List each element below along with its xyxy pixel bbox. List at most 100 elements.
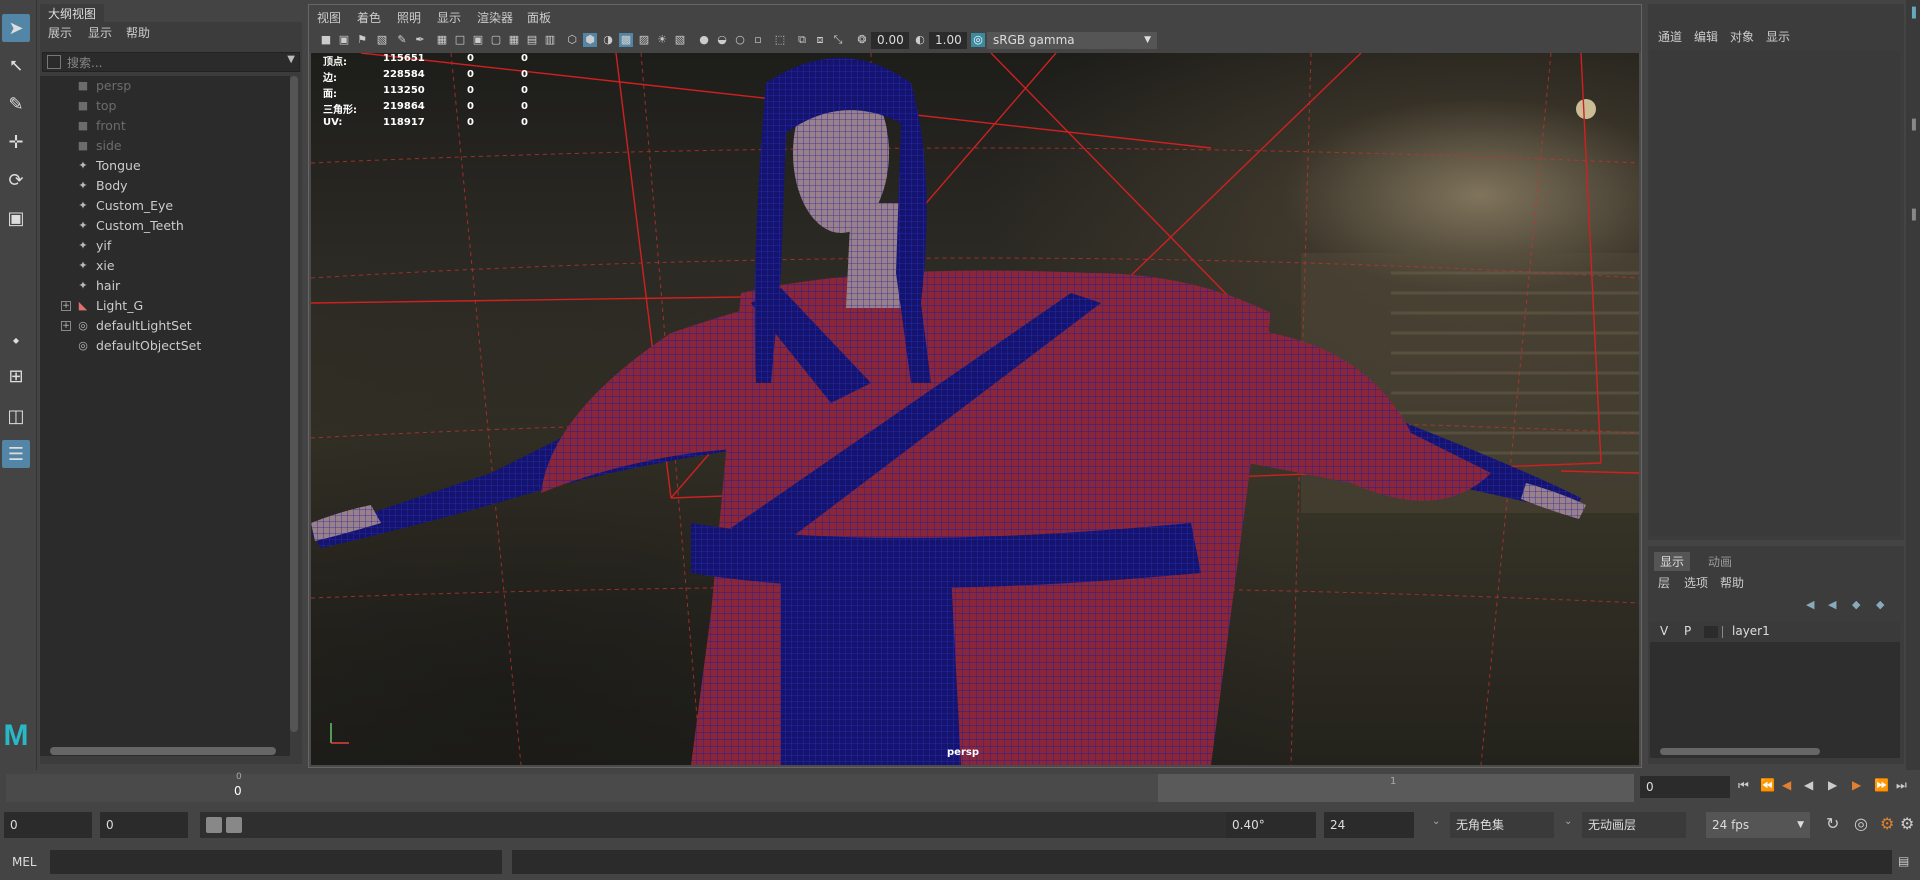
depth-of-field-icon[interactable]: ▫: [751, 33, 765, 47]
outliner-horizontal-scrollbar[interactable]: [50, 747, 276, 755]
shadows-icon[interactable]: ▧: [673, 33, 687, 47]
outliner-item-persp[interactable]: ■ persp: [40, 76, 280, 96]
grid-icon[interactable]: ▦: [435, 33, 449, 47]
outliner-item-yif[interactable]: ✦ yif: [40, 236, 280, 256]
anim-layer-select[interactable]: 无动画层: [1582, 812, 1686, 838]
viewport-menu-lighting[interactable]: 照明: [397, 9, 421, 26]
move-layer-up-icon[interactable]: ◀: [1806, 598, 1814, 611]
fps-select[interactable]: 24 fps ▼: [1706, 812, 1810, 838]
outliner-item-body[interactable]: ✦ Body: [40, 176, 280, 196]
attribute-editor-tab[interactable]: ▐: [1908, 8, 1916, 19]
layer-scrollbar[interactable]: [1660, 748, 1820, 755]
textured-icon[interactable]: ▨: [637, 33, 651, 47]
lasso-tool-icon[interactable]: ⭦: [2, 52, 30, 80]
resolution-gate-icon[interactable]: ▣: [471, 33, 485, 47]
move-layer-down-icon[interactable]: ◀: [1828, 598, 1836, 611]
outliner-item-side[interactable]: ■ side: [40, 136, 280, 156]
tool-settings-tab[interactable]: ▐: [1908, 120, 1916, 131]
scene-view[interactable]: 顶点: 115651 0 0 边: 228584 0 0 面: 113250 0…: [311, 53, 1639, 765]
new-layer-icon[interactable]: ◆: [1852, 598, 1860, 611]
start-time-field[interactable]: 0: [4, 812, 92, 838]
screen-space-ao-icon[interactable]: ●: [697, 33, 711, 47]
step-back-key-icon[interactable]: ⏪: [1760, 778, 1775, 792]
outliner-item-hair[interactable]: ✦ hair: [40, 276, 280, 296]
motion-blur-icon[interactable]: ◒: [715, 33, 729, 47]
anim-end-field[interactable]: 0.40°: [1226, 812, 1316, 838]
layer-tab-display[interactable]: 显示: [1654, 552, 1691, 571]
grease-pencil-icon[interactable]: ✒: [413, 33, 427, 47]
layer-menu-help[interactable]: 帮助: [1720, 574, 1744, 591]
gamma-icon[interactable]: ◐: [913, 33, 927, 47]
outliner-layout-icon[interactable]: ☰: [2, 440, 30, 468]
step-forward-frame-icon[interactable]: ▶: [1852, 778, 1861, 792]
filter-icon[interactable]: [47, 55, 61, 69]
camera-attributes-icon[interactable]: ▣: [337, 33, 351, 47]
color-space-select[interactable]: sRGB gamma ▼: [987, 32, 1157, 49]
image-plane-icon[interactable]: ▧: [375, 33, 389, 47]
step-back-frame-icon[interactable]: ◀: [1782, 778, 1791, 792]
range-handle-right[interactable]: [226, 817, 242, 833]
safe-action-icon[interactable]: ▤: [525, 33, 539, 47]
layer-menu-layers[interactable]: 层: [1658, 574, 1670, 591]
step-forward-key-icon[interactable]: ⏩: [1874, 778, 1889, 792]
wireframe-on-shaded-icon[interactable]: ▩: [619, 33, 633, 47]
range-bar-track[interactable]: [200, 812, 1226, 838]
expand-icon[interactable]: +: [61, 301, 71, 311]
layer-playback-toggle[interactable]: P: [1684, 624, 1691, 638]
outliner-menu-show[interactable]: 显示: [88, 24, 112, 41]
chevron-down-icon[interactable]: ▼: [287, 54, 295, 65]
loop-icon[interactable]: ↻: [1826, 814, 1839, 833]
safe-title-icon[interactable]: ▥: [543, 33, 557, 47]
two-view-icon[interactable]: ◫: [2, 402, 30, 430]
layer-tab-anim[interactable]: 动画: [1702, 552, 1738, 571]
gamma-field[interactable]: 1.00: [929, 32, 967, 49]
camera-icon[interactable]: ■: [319, 33, 333, 47]
exposure-icon[interactable]: ❂: [855, 33, 869, 47]
channel-menu-show[interactable]: 显示: [1766, 28, 1790, 45]
channel-menu-edit[interactable]: 编辑: [1694, 28, 1718, 45]
chevron-down-icon[interactable]: ⌄: [1564, 816, 1572, 827]
go-to-end-icon[interactable]: ⏭: [1896, 778, 1907, 793]
outliner-item-default-object-set[interactable]: ◎ defaultObjectSet: [40, 336, 280, 356]
outliner-menu-display[interactable]: 展示: [48, 24, 72, 41]
command-input[interactable]: [50, 850, 502, 874]
xray-components-icon[interactable]: ⤡: [831, 33, 845, 47]
chevron-down-icon[interactable]: ⌄: [1432, 816, 1440, 827]
outliner-item-default-light-set[interactable]: + ◎ defaultLightSet: [40, 316, 280, 336]
use-all-lights-icon[interactable]: ☀: [655, 33, 669, 47]
channel-menu-object[interactable]: 对象: [1730, 28, 1754, 45]
outliner-search-input[interactable]: 搜索... ▼: [42, 52, 300, 72]
viewport-menu-shading[interactable]: 着色: [357, 9, 381, 26]
outliner-item-top[interactable]: ■ top: [40, 96, 280, 116]
mel-label[interactable]: MEL: [12, 855, 37, 869]
modeling-toolkit-tab[interactable]: ▐: [1908, 210, 1916, 221]
play-forward-icon[interactable]: ▶: [1828, 778, 1837, 792]
channel-box-area[interactable]: [1650, 50, 1900, 536]
viewport-menu-view[interactable]: 视图: [317, 9, 341, 26]
outliner-vertical-scrollbar[interactable]: [290, 76, 298, 732]
outliner-item-light-g[interactable]: + ◣ Light_G: [40, 296, 280, 316]
smooth-shade-icon[interactable]: ⬢: [583, 33, 597, 47]
color-management-icon[interactable]: ◎: [971, 33, 985, 47]
range-handle-left[interactable]: [206, 817, 222, 833]
layer-name[interactable]: layer1: [1732, 624, 1770, 638]
preferences-icon[interactable]: ⚙: [1900, 814, 1914, 833]
bookmark-icon[interactable]: ⚑: [355, 33, 369, 47]
select-tool-icon[interactable]: ➤: [2, 14, 30, 42]
default-material-icon[interactable]: ◑: [601, 33, 615, 47]
channel-menu-channels[interactable]: 通道: [1658, 28, 1682, 45]
go-to-start-icon[interactable]: ⏮: [1738, 778, 1749, 793]
exposure-field[interactable]: 0.00: [871, 32, 909, 49]
anim-start-field[interactable]: 0: [100, 812, 188, 838]
viewport-menu-show[interactable]: 显示: [437, 9, 461, 26]
layer-visibility-toggle[interactable]: V: [1660, 624, 1668, 638]
viewport-menu-renderer[interactable]: 渲染器: [477, 9, 513, 26]
time-slider[interactable]: 0 0 1 0 ⏮ ⏪ ◀ ◀ ▶ ▶ ⏩ ⏭: [0, 770, 1920, 806]
outliner-item-custom-eye[interactable]: ✦ Custom_Eye: [40, 196, 280, 216]
gate-mask-icon[interactable]: ▢: [489, 33, 503, 47]
outliner-menu-help[interactable]: 帮助: [126, 24, 150, 41]
new-layer-selected-icon[interactable]: ◆: [1876, 598, 1884, 611]
single-view-icon[interactable]: ⬩: [2, 326, 30, 354]
four-view-icon[interactable]: ⊞: [2, 362, 30, 390]
outliner-item-front[interactable]: ■ front: [40, 116, 280, 136]
